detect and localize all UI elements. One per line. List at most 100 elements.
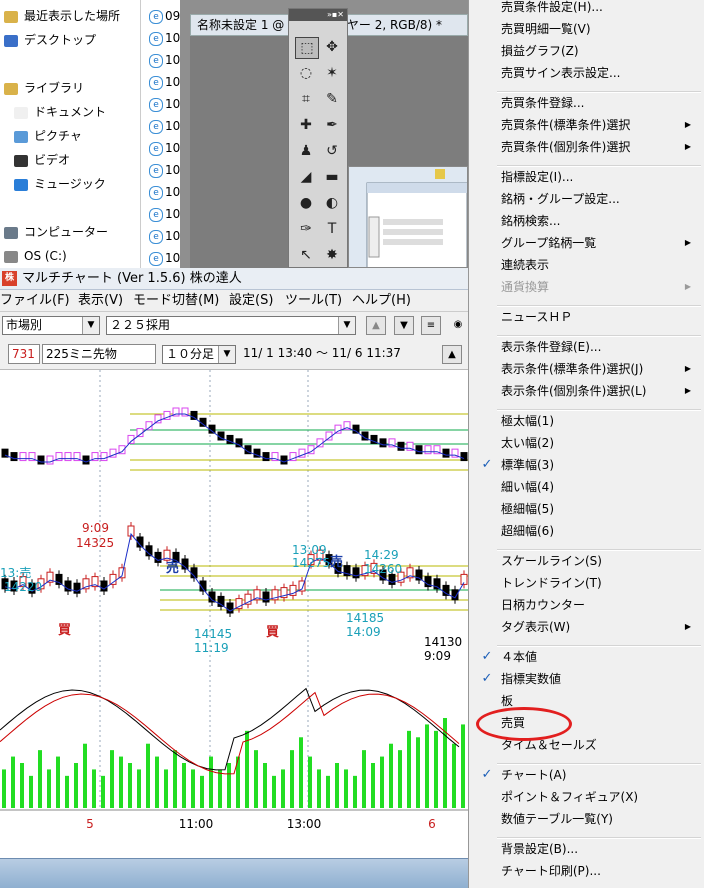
menu-item[interactable]: 極細幅(5) bbox=[469, 498, 704, 520]
menu-item[interactable]: 数値テーブル一覧(Y) bbox=[469, 808, 704, 830]
menu-item[interactable]: 売買サイン表示設定... bbox=[469, 62, 704, 84]
menu-item[interactable]: ニュースＨＰ bbox=[469, 306, 704, 328]
menu-item[interactable]: 表示条件登録(E)... bbox=[469, 336, 704, 358]
menu-file[interactable]: ファイル(F) bbox=[0, 290, 70, 312]
magic-wand-icon[interactable]: ✶ bbox=[321, 63, 343, 83]
menu-item[interactable]: 指標設定(I)... bbox=[469, 166, 704, 188]
nav-item[interactable]: ピクチャ bbox=[14, 126, 82, 146]
code-field[interactable]: 731 bbox=[8, 344, 40, 364]
stamp-icon[interactable]: ♟ bbox=[295, 141, 317, 161]
nav-item[interactable]: デスクトップ bbox=[4, 30, 96, 50]
healing-icon[interactable]: ✚ bbox=[295, 115, 317, 135]
menu-item[interactable]: 売買条件(標準条件)選択 ▶ bbox=[469, 114, 704, 136]
menu-item[interactable]: 日柄カウンター bbox=[469, 594, 704, 616]
menu-item[interactable]: ✓ 指標実数値 bbox=[469, 668, 704, 690]
nav-item[interactable]: ミュージック bbox=[14, 174, 106, 194]
menu-item[interactable]: スケールライン(S) bbox=[469, 550, 704, 572]
crop-icon[interactable]: ⌗ bbox=[295, 89, 317, 109]
menu-item[interactable]: トレンドライン(T) bbox=[469, 572, 704, 594]
rect-marquee-icon[interactable]: ⬚ bbox=[295, 37, 319, 59]
nav-item[interactable]: OS (C:) bbox=[4, 246, 67, 266]
menu-item[interactable]: 背景設定(B)... bbox=[469, 838, 704, 860]
menu-item[interactable]: 連続表示 bbox=[469, 254, 704, 276]
menu-item-label: 損益グラフ(Z) bbox=[501, 44, 579, 58]
file-row[interactable]: e 10 bbox=[149, 160, 180, 180]
eyedropper-icon[interactable]: ✎ bbox=[321, 89, 343, 109]
menu-item-label: 売買明細一覧(V) bbox=[501, 22, 591, 36]
menu-item[interactable]: 売買明細一覧(V) bbox=[469, 18, 704, 40]
market-select[interactable]: 市場別 ▼ bbox=[2, 316, 100, 335]
menu-item[interactable]: ✓ 標準幅(3) bbox=[469, 454, 704, 476]
pen-icon[interactable]: ✑ bbox=[295, 219, 317, 239]
file-row[interactable]: e 10 bbox=[149, 28, 180, 48]
file-row[interactable]: e 09 bbox=[149, 6, 180, 26]
gradient-icon[interactable]: ▬ bbox=[321, 167, 343, 187]
menu-view[interactable]: 表示(V) bbox=[78, 290, 123, 312]
nav-item[interactable]: ビデオ bbox=[14, 150, 70, 170]
volume-bar bbox=[461, 724, 465, 808]
eraser-icon[interactable]: ◢ bbox=[295, 167, 317, 187]
nav-item[interactable]: ドキュメント bbox=[14, 102, 106, 122]
menu-item[interactable]: ポイント＆フィギュア(X) bbox=[469, 786, 704, 808]
list-button[interactable]: ≡ bbox=[421, 316, 441, 335]
radio-icon[interactable]: ◉ bbox=[448, 316, 468, 335]
menu-item[interactable]: タグ表示(W) ▶ bbox=[469, 616, 704, 638]
menu-item[interactable]: 銘柄検索... bbox=[469, 210, 704, 232]
interval-select[interactable]: １０分足 ▼ bbox=[162, 345, 236, 364]
menu-item-label: 表示条件(個別条件)選択(L) bbox=[501, 384, 647, 398]
menu-mode[interactable]: モード切替(M) bbox=[133, 290, 219, 312]
upper-candle bbox=[280, 455, 288, 465]
price-annotation: 14145 bbox=[194, 627, 232, 641]
brush-icon[interactable]: ✒ bbox=[321, 115, 343, 135]
toolbox-header[interactable]: »▪✕ bbox=[289, 9, 347, 21]
menu-help[interactable]: ヘルプ(H) bbox=[352, 290, 411, 312]
menu-item[interactable]: チャート印刷(P)... bbox=[469, 860, 704, 882]
menu-item[interactable]: 売買条件登録... bbox=[469, 92, 704, 114]
path-select-icon[interactable]: ↖ bbox=[295, 245, 317, 265]
menu-item[interactable]: 極太幅(1) bbox=[469, 410, 704, 432]
file-row[interactable]: e 10 bbox=[149, 116, 180, 136]
nav-item[interactable]: コンピューター bbox=[4, 222, 108, 242]
stock-chart[interactable]: 9:0914325 13:091427514:291426013:売1422014… bbox=[0, 370, 468, 858]
nested-screenshot-image bbox=[348, 166, 468, 268]
volume-bar bbox=[56, 756, 60, 808]
menu-settings[interactable]: 設定(S) bbox=[229, 290, 273, 312]
menu-tools[interactable]: ツール(T) bbox=[285, 290, 342, 312]
file-row[interactable]: e 10 bbox=[149, 50, 180, 70]
nav-item[interactable]: 最近表示した場所 bbox=[4, 6, 120, 26]
scroll-up-button[interactable]: ▲ bbox=[442, 345, 462, 364]
menu-item[interactable]: 売買条件設定(H)... bbox=[469, 0, 704, 18]
nav-item[interactable]: ライブラリ bbox=[4, 78, 84, 98]
lasso-icon[interactable]: ◌ bbox=[295, 63, 317, 83]
menu-item[interactable]: 表示条件(個別条件)選択(L) ▶ bbox=[469, 380, 704, 402]
file-row[interactable]: e 10 bbox=[149, 138, 180, 158]
menu-item[interactable]: 細い幅(4) bbox=[469, 476, 704, 498]
file-row[interactable]: e 10 bbox=[149, 204, 180, 224]
menu-item[interactable]: 売買条件(個別条件)選択 ▶ bbox=[469, 136, 704, 158]
blur-icon[interactable]: ● bbox=[295, 193, 317, 213]
file-row[interactable]: e 10 bbox=[149, 94, 180, 114]
menu-item[interactable]: 表示条件(標準条件)選択(J) ▶ bbox=[469, 358, 704, 380]
index-select[interactable]: ２２５採用 ▼ bbox=[106, 316, 356, 335]
menu-item[interactable]: 太い幅(2) bbox=[469, 432, 704, 454]
history-brush-icon[interactable]: ↺ bbox=[321, 141, 343, 161]
symbol-field[interactable]: 225ミニ先物 bbox=[42, 344, 156, 364]
menu-item[interactable]: グループ銘柄一覧 ▶ bbox=[469, 232, 704, 254]
scroll-down-button[interactable]: ▼ bbox=[394, 316, 414, 335]
move-icon[interactable]: ✥ bbox=[321, 37, 343, 57]
menu-item[interactable]: 超細幅(6) bbox=[469, 520, 704, 542]
scroll-up-button[interactable]: ▲ bbox=[366, 316, 386, 335]
menu-item[interactable]: 銘柄・グループ設定... bbox=[469, 188, 704, 210]
file-row[interactable]: e 10 bbox=[149, 182, 180, 202]
dodge-icon[interactable]: ◐ bbox=[321, 193, 343, 213]
volume-bar bbox=[434, 730, 438, 808]
menu-item[interactable]: ✓ チャート(A) bbox=[469, 764, 704, 786]
file-row[interactable]: e 10 bbox=[149, 72, 180, 92]
checkmark-icon: ✓ bbox=[481, 649, 493, 664]
type-icon[interactable]: T bbox=[321, 219, 343, 239]
menu-item[interactable]: 損益グラフ(Z) bbox=[469, 40, 704, 62]
shape-icon[interactable]: ✸ bbox=[321, 245, 343, 265]
file-row[interactable]: e 10 bbox=[149, 226, 180, 246]
file-row[interactable]: e 10 bbox=[149, 248, 180, 268]
menu-item[interactable]: ✓ ４本値 bbox=[469, 646, 704, 668]
